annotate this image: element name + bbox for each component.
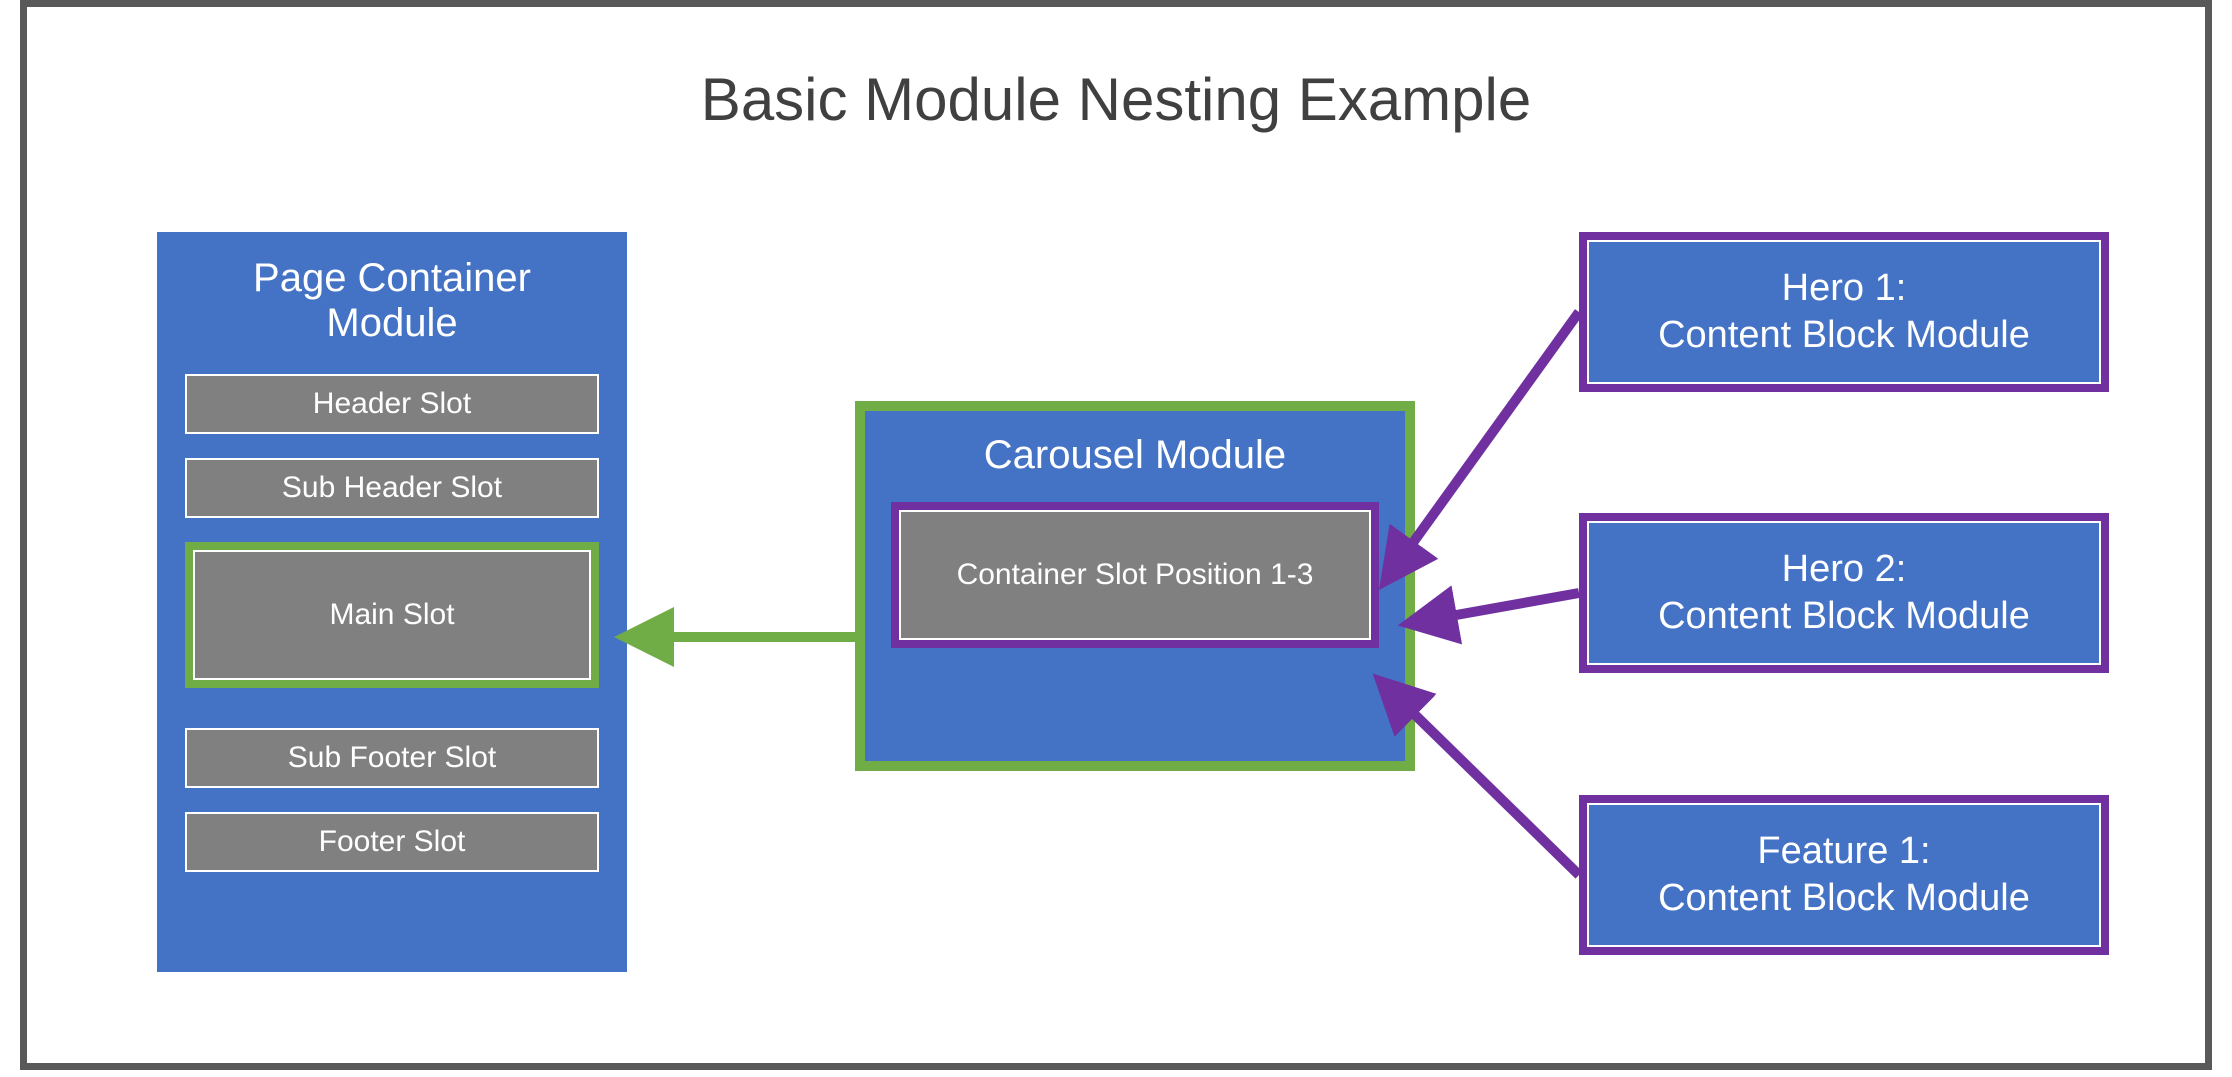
carousel-module-highlight: Carousel Module Container Slot Position … xyxy=(855,401,1415,771)
sub-footer-slot: Sub Footer Slot xyxy=(185,728,599,788)
container-slot-highlight: Container Slot Position 1-3 xyxy=(891,502,1379,648)
sub-header-slot: Sub Header Slot xyxy=(185,458,599,518)
container-slot: Container Slot Position 1-3 xyxy=(899,510,1371,640)
main-slot: Main Slot xyxy=(193,550,591,680)
carousel-title: Carousel Module xyxy=(891,433,1379,478)
diagram-title: Basic Module Nesting Example xyxy=(27,65,2205,134)
feature-1-line1: Feature 1: xyxy=(1757,830,1930,872)
main-slot-highlight: Main Slot xyxy=(185,542,599,688)
carousel-module: Carousel Module Container Slot Position … xyxy=(865,411,1405,761)
hero-1-line2: Content Block Module xyxy=(1658,314,2030,356)
page-container-module: Page Container Module Header Slot Sub He… xyxy=(157,232,627,972)
feature-1-line2: Content Block Module xyxy=(1658,877,2030,919)
hero-1-block: Hero 1: Content Block Module xyxy=(1579,232,2109,392)
hero-2-line2: Content Block Module xyxy=(1658,595,2030,637)
feature-1-label: Feature 1: Content Block Module xyxy=(1587,803,2101,947)
hero-2-line1: Hero 2: xyxy=(1782,548,1907,590)
hero-1-line1: Hero 1: xyxy=(1782,267,1907,309)
page-container-title: Page Container Module xyxy=(185,256,599,346)
footer-slot: Footer Slot xyxy=(185,812,599,872)
arrow-feature1-to-slot xyxy=(1407,707,1579,875)
feature-1-block: Feature 1: Content Block Module xyxy=(1579,795,2109,955)
arrow-hero2-to-slot xyxy=(1445,593,1579,617)
hero-1-label: Hero 1: Content Block Module xyxy=(1587,240,2101,384)
hero-2-label: Hero 2: Content Block Module xyxy=(1587,521,2101,665)
arrow-hero1-to-slot xyxy=(1407,312,1579,551)
hero-2-block: Hero 2: Content Block Module xyxy=(1579,513,2109,673)
header-slot: Header Slot xyxy=(185,374,599,434)
diagram-frame: Basic Module Nesting Example Page Contai… xyxy=(20,0,2212,1070)
